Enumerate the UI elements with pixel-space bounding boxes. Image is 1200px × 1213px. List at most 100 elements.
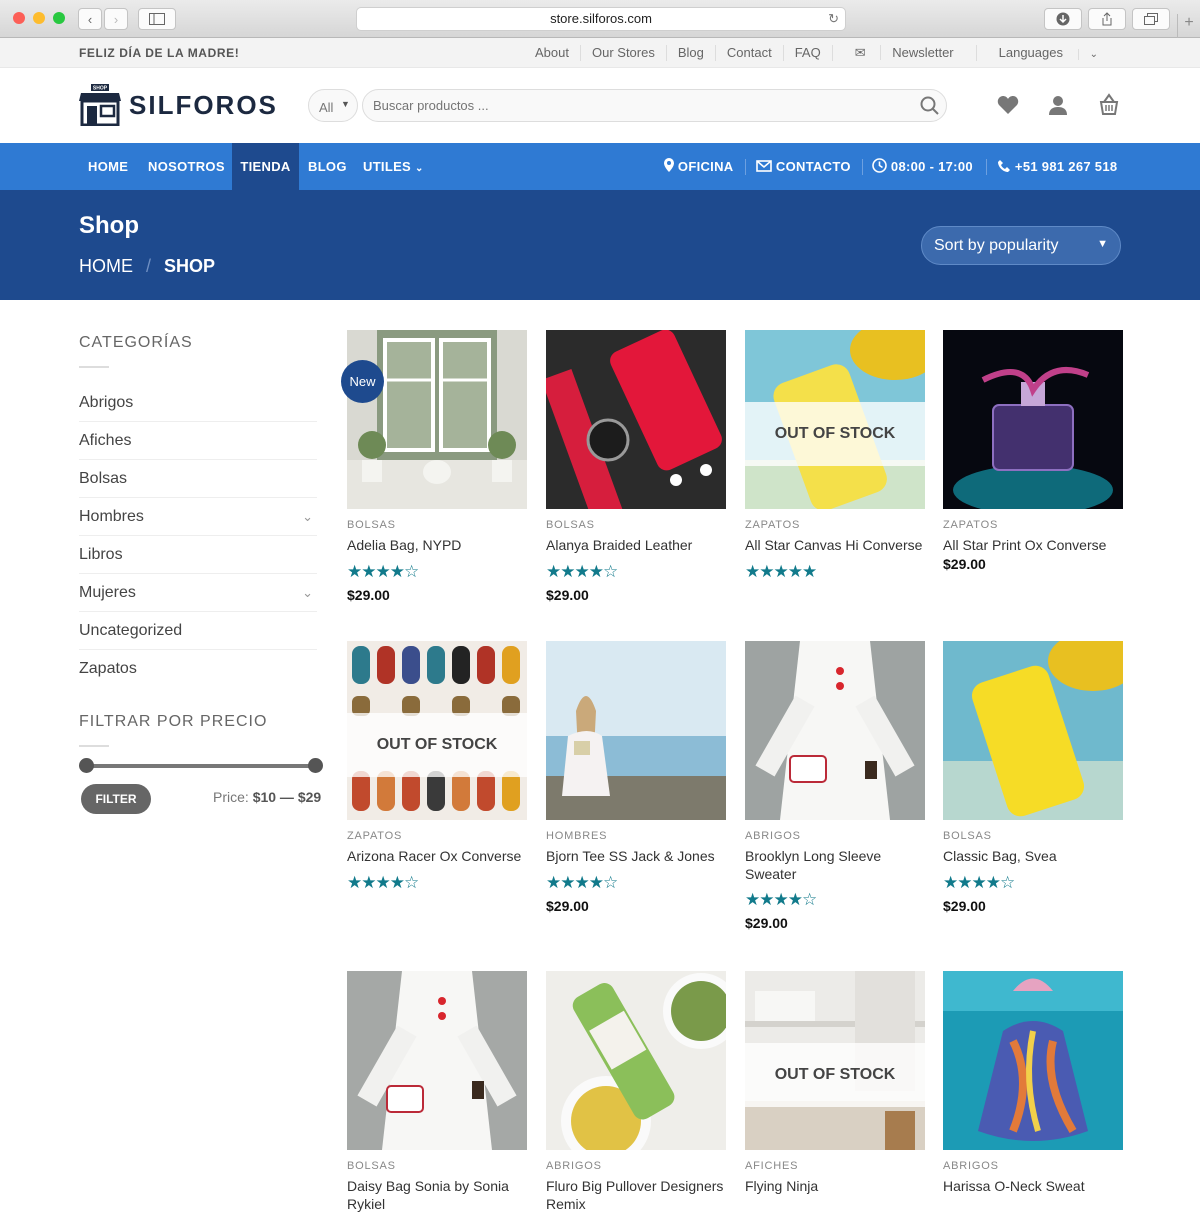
product-name[interactable]: Flying Ninja	[745, 1177, 925, 1195]
product-category[interactable]: BOLSAS	[347, 1160, 396, 1172]
heading-divider	[79, 366, 109, 368]
price-slider-max-handle[interactable]	[308, 758, 323, 773]
product-name[interactable]: Arizona Racer Ox Converse	[347, 847, 527, 865]
product-category[interactable]: BOLSAS	[943, 830, 992, 842]
minimize-window-button[interactable]	[33, 12, 45, 24]
product-image[interactable]	[943, 641, 1123, 820]
product-image[interactable]	[347, 330, 527, 509]
sidebar-toggle-icon[interactable]	[138, 8, 176, 30]
product-image[interactable]	[347, 971, 527, 1150]
url-bar[interactable]: store.silforos.com ↻	[356, 7, 846, 31]
top-link-blog[interactable]: Blog	[665, 45, 715, 61]
zoom-window-button[interactable]	[53, 12, 65, 24]
top-bar: FELIZ DÍA DE LA MADRE! About Our Stores …	[0, 38, 1200, 68]
product-name[interactable]: Alanya Braided Leather	[546, 536, 726, 554]
product-image[interactable]	[546, 641, 726, 820]
product-category[interactable]: ZAPATOS	[943, 519, 998, 531]
search-input[interactable]	[362, 89, 947, 122]
nav-item-home[interactable]: HOME	[88, 143, 128, 190]
chevron-down-icon[interactable]: ⌄	[302, 498, 313, 536]
product-category[interactable]: ZAPATOS	[347, 830, 402, 842]
tabs-icon[interactable]	[1132, 8, 1170, 30]
top-link-newsletter[interactable]: ✉ Newsletter	[831, 45, 976, 61]
nav-info-phone[interactable]: +51 981 267 518	[997, 143, 1117, 190]
site-logo[interactable]: SILFOROS	[129, 90, 278, 121]
top-link-faq[interactable]: FAQ	[782, 45, 832, 61]
product-name[interactable]: All Star Canvas Hi Converse	[745, 536, 925, 554]
product-category[interactable]: ZAPATOS	[745, 519, 800, 531]
product-name[interactable]: Harissa O-Neck Sweat	[943, 1177, 1123, 1195]
category-item-uncategorized[interactable]: Uncategorized	[79, 612, 317, 650]
nav-info-oficina[interactable]: OFICINA	[664, 143, 733, 190]
forward-icon[interactable]: ›	[104, 8, 128, 30]
category-item-libros[interactable]: Libros	[79, 536, 317, 574]
wishlist-heart-icon[interactable]	[997, 95, 1019, 120]
category-item-label: Hombres	[79, 508, 144, 525]
product-name[interactable]: Classic Bag, Svea	[943, 847, 1123, 865]
nav-item-blog[interactable]: BLOG	[308, 143, 347, 190]
contacto-label: CONTACTO	[775, 159, 851, 174]
category-item-hombres[interactable]: Hombres ⌄	[79, 498, 317, 536]
product-category[interactable]: ABRIGOS	[546, 1160, 602, 1172]
chevron-down-icon[interactable]: ⌄	[302, 574, 313, 612]
logo-store-icon[interactable]: SHOP	[79, 84, 121, 127]
rating-stars: ★★★★☆	[546, 562, 618, 581]
cart-basket-icon[interactable]	[1097, 93, 1121, 122]
product-price: $29.00	[347, 587, 390, 603]
search-icon[interactable]	[920, 96, 939, 120]
nav-item-tienda[interactable]: TIENDA	[232, 143, 299, 190]
downloads-icon[interactable]	[1044, 8, 1082, 30]
nav-info-contacto[interactable]: CONTACTO	[756, 143, 851, 190]
product-price: $29.00	[943, 898, 986, 914]
category-item-bolsas[interactable]: Bolsas	[79, 460, 317, 498]
sort-select[interactable]: Sort by popularity ▼	[921, 226, 1121, 265]
price-slider-min-handle[interactable]	[79, 758, 94, 773]
product-image[interactable]	[546, 971, 726, 1150]
top-link-languages[interactable]: Languages ⌄	[975, 45, 1120, 61]
categories-heading: CATEGORÍAS	[79, 334, 193, 351]
product-category[interactable]: ABRIGOS	[745, 830, 801, 842]
category-item-abrigos[interactable]: Abrigos	[79, 384, 317, 422]
price-slider-track[interactable]	[86, 764, 315, 768]
category-item-label: Mujeres	[79, 584, 136, 601]
product-category[interactable]: BOLSAS	[347, 519, 396, 531]
price-range-text: Price: $10 — $29	[213, 789, 321, 805]
rating-stars: ★★★★☆	[546, 873, 618, 892]
breadcrumb-home[interactable]: HOME	[79, 256, 133, 276]
product-image[interactable]	[745, 641, 925, 820]
nav-item-nosotros[interactable]: NOSOTROS	[148, 143, 225, 190]
product-price: $29.00	[546, 898, 589, 914]
product-category[interactable]: ABRIGOS	[943, 1160, 999, 1172]
category-item-zapatos[interactable]: Zapatos	[79, 650, 317, 688]
product-category[interactable]: AFICHES	[745, 1160, 798, 1172]
nav-item-utiles[interactable]: UTILES ⌄	[363, 143, 424, 190]
product-image[interactable]	[943, 330, 1123, 509]
product-image[interactable]	[546, 330, 726, 509]
top-link-about[interactable]: About	[524, 45, 580, 61]
product-category[interactable]: BOLSAS	[546, 519, 595, 531]
browser-toolbar: ‹ › store.silforos.com ↻ +	[0, 0, 1200, 38]
top-link-contact[interactable]: Contact	[714, 45, 783, 61]
category-item-mujeres[interactable]: Mujeres ⌄	[79, 574, 317, 612]
main-nav: HOME NOSOTROS TIENDA BLOG UTILES ⌄ OFICI…	[0, 143, 1200, 190]
account-user-icon[interactable]	[1048, 95, 1068, 120]
product-name[interactable]: Adelia Bag, NYPD	[347, 536, 527, 554]
product-name[interactable]: Fluro Big Pullover Designers Remix	[546, 1177, 726, 1213]
product-name[interactable]: All Star Print Ox Converse	[943, 536, 1123, 554]
close-window-button[interactable]	[13, 12, 25, 24]
back-icon[interactable]: ‹	[78, 8, 102, 30]
product-name[interactable]: Brooklyn Long Sleeve Sweater	[745, 847, 925, 883]
price-range-label: Price:	[213, 789, 249, 805]
share-icon[interactable]	[1088, 8, 1126, 30]
product-name[interactable]: Daisy Bag Sonia by Sonia Rykiel	[347, 1177, 527, 1213]
chevron-down-icon: ⌄	[1077, 49, 1109, 60]
product-name[interactable]: Bjorn Tee SS Jack & Jones	[546, 847, 726, 865]
category-item-afiches[interactable]: Afiches	[79, 422, 317, 460]
product-image[interactable]	[943, 971, 1123, 1150]
product-category[interactable]: HOMBRES	[546, 830, 607, 842]
new-tab-icon[interactable]: +	[1177, 14, 1200, 38]
category-select[interactable]: All ▼	[308, 89, 358, 122]
filter-button[interactable]: FILTER	[81, 784, 151, 814]
reload-icon[interactable]: ↻	[828, 8, 839, 30]
top-link-our-stores[interactable]: Our Stores	[579, 45, 666, 61]
